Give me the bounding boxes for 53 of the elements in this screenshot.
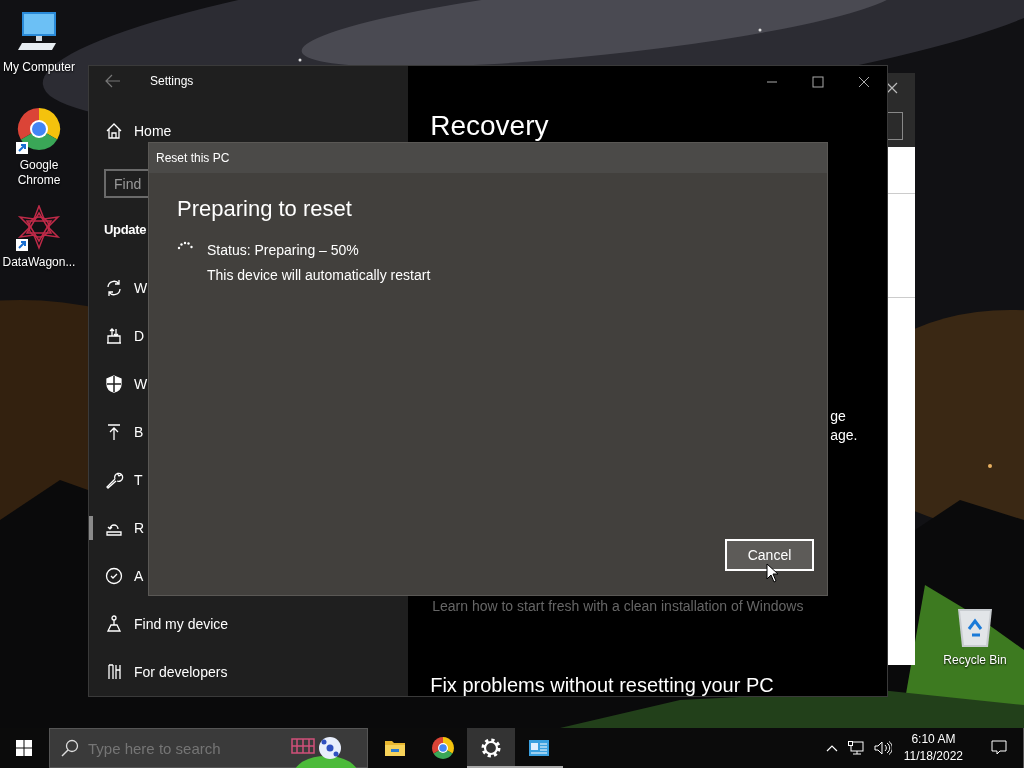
section-heading: Update xyxy=(104,221,147,239)
nav-item[interactable]: D xyxy=(89,312,145,360)
clock[interactable]: 6:10 AM 11/18/2022 xyxy=(903,731,963,765)
nav-item[interactable]: W xyxy=(89,264,148,312)
close-icon[interactable] xyxy=(858,76,870,88)
settings-icon[interactable] xyxy=(479,736,503,760)
section-heading: Fix problems without resetting your PC xyxy=(430,673,775,696)
search-field[interactable]: Type here to search xyxy=(49,728,368,768)
window-title: Settings xyxy=(150,73,194,91)
cursor-icon xyxy=(766,563,779,583)
search-button[interactable] xyxy=(888,112,903,140)
chrome-logo-icon[interactable] xyxy=(16,108,62,154)
text-fragment: ge xyxy=(830,407,847,426)
close-icon[interactable] xyxy=(886,82,898,94)
icon-label: Recycle Bin xyxy=(943,653,1007,668)
network-icon[interactable] xyxy=(847,741,864,755)
text-fragment: age. xyxy=(830,426,859,445)
chrome-logo-icon[interactable] xyxy=(431,736,455,760)
spinner-icon xyxy=(177,241,193,251)
page-heading: Recovery xyxy=(430,110,549,142)
home-icon xyxy=(104,121,124,142)
shield-icon xyxy=(104,374,124,394)
status-text: This device will automatically restart xyxy=(207,266,431,285)
nav-item[interactable]: R xyxy=(89,504,145,552)
cancel-button[interactable]: Cancel xyxy=(725,539,814,571)
search-field[interactable]: Find xyxy=(104,169,150,198)
notification-icon[interactable] xyxy=(991,740,1007,756)
icon-label: Google Chrome xyxy=(16,158,62,188)
delivery-icon xyxy=(104,326,124,346)
dialog-heading: Preparing to reset xyxy=(177,195,353,223)
find-icon xyxy=(104,614,124,634)
dialog-title: Reset this PC xyxy=(156,150,230,167)
back-arrow-icon[interactable] xyxy=(105,74,121,89)
speaker-icon[interactable] xyxy=(873,741,892,755)
search-icon xyxy=(61,739,79,757)
icon-label: DataWagon... xyxy=(2,255,76,270)
sync-icon xyxy=(104,278,124,298)
nav-item[interactable]: For developers xyxy=(89,648,228,696)
chevron-up-icon[interactable] xyxy=(825,744,838,752)
nav-item[interactable]: B xyxy=(89,408,144,456)
nav-item[interactable]: Find my device xyxy=(89,600,229,648)
status-text: Status: Preparing – 50% xyxy=(207,241,360,260)
wrench-icon xyxy=(104,470,124,490)
windows-logo-icon[interactable] xyxy=(16,740,32,756)
nav-item[interactable]: W xyxy=(89,360,148,408)
maximize-icon[interactable] xyxy=(812,76,824,88)
nav-item[interactable]: A xyxy=(89,552,144,600)
icon-label: My Computer xyxy=(3,60,75,75)
star-logo-icon[interactable] xyxy=(16,205,62,251)
check-icon xyxy=(104,566,124,586)
link-text: Learn how to start fresh with a clean installation of Windows xyxy=(432,597,805,616)
nav-item[interactable]: Home xyxy=(89,122,172,141)
nav-item[interactable]: T xyxy=(89,456,143,504)
